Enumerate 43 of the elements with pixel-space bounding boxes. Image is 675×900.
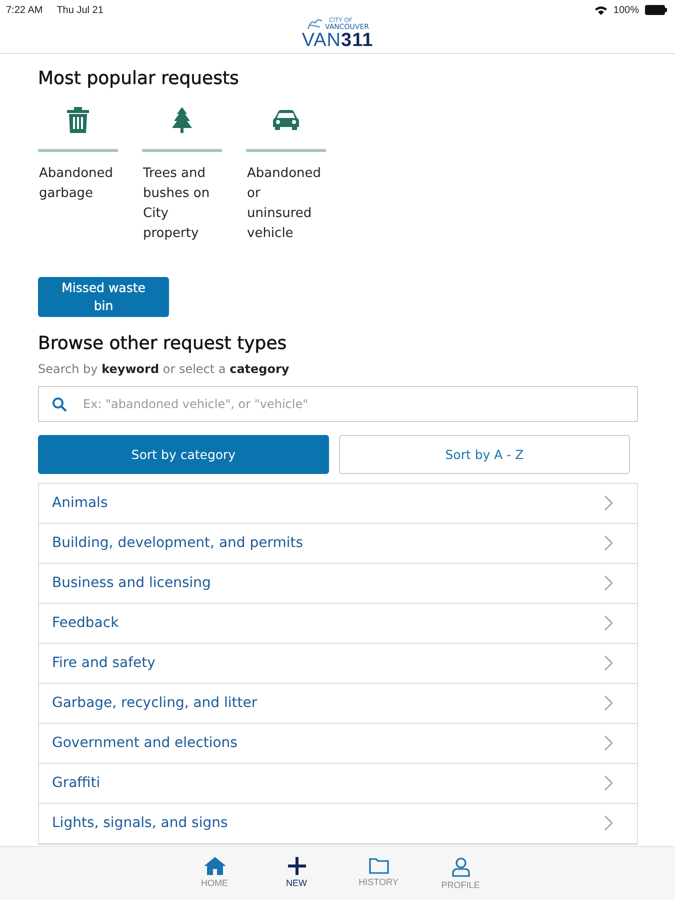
search-hint: Search by keyword or select a category (38, 362, 290, 376)
chevron-right-icon (604, 575, 613, 592)
section-title: Most popular requests (38, 68, 240, 89)
category-item[interactable]: Fire and safety (39, 644, 637, 684)
category-item[interactable]: Business and licensing (39, 564, 637, 604)
plus-icon (288, 857, 306, 875)
chevron-right-icon (604, 695, 613, 712)
battery-percent: 100% (613, 4, 639, 16)
chevron-right-icon (604, 495, 613, 512)
search-field[interactable]: Ex: "abandoned vehicle", or "vehicle" (38, 386, 638, 422)
category-item[interactable]: Lights, signals, and signs (39, 804, 637, 844)
chevron-right-icon (604, 775, 613, 792)
category-item[interactable]: Building, development, and permits (39, 524, 637, 564)
category-item[interactable]: Government and elections (39, 724, 637, 764)
category-item[interactable]: Feedback (39, 604, 637, 644)
chevron-right-icon (604, 735, 613, 752)
popular-request-tile[interactable]: Abandoned or uninsured vehicle (246, 104, 326, 244)
profile-icon (452, 857, 470, 877)
popular-request-tile[interactable]: Trees and bushes on City property (142, 104, 222, 244)
car-icon (273, 110, 299, 130)
chevron-right-icon (604, 615, 613, 632)
chevron-right-icon (604, 655, 613, 672)
folder-icon (368, 857, 388, 874)
popular-request-tile[interactable]: Abandoned garbage (38, 104, 118, 244)
missed-waste-bin-button[interactable]: Missed waste bin (38, 276, 169, 317)
category-item[interactable]: Graffiti (39, 764, 637, 804)
tree-icon (172, 106, 192, 133)
section-title: Browse other request types (38, 332, 288, 354)
chevron-right-icon (604, 815, 613, 832)
tab-bar-item[interactable]: NEW (272, 857, 322, 900)
status-time: 7:22 AM (6, 4, 43, 16)
sort-tab[interactable]: Sort by category (38, 434, 329, 474)
status-date: Thu Jul 21 (56, 4, 104, 16)
trash-icon (67, 106, 89, 133)
home-icon (204, 857, 226, 875)
category-item[interactable]: Garbage, recycling, and litter (39, 684, 637, 724)
chevron-right-icon (604, 535, 613, 552)
app-logo-title: VAN311 (302, 31, 374, 51)
category-item[interactable]: Animals (39, 484, 637, 524)
battery-icon (645, 5, 667, 15)
logo-icon (306, 17, 324, 31)
wifi-icon (595, 6, 608, 14)
sort-tab[interactable]: Sort by A - Z (339, 434, 630, 474)
